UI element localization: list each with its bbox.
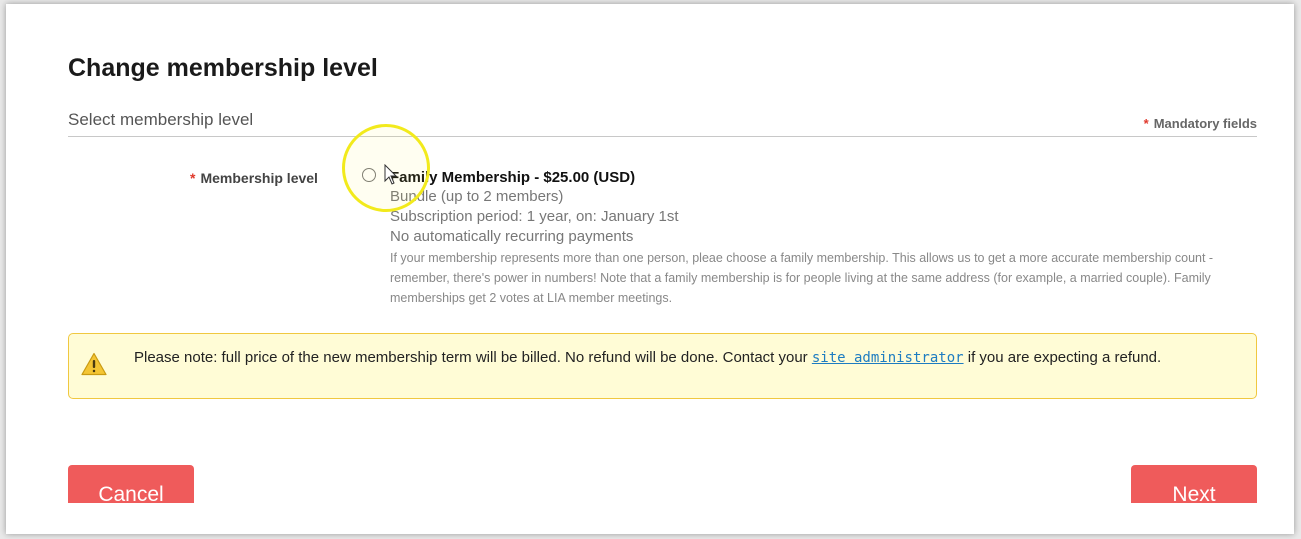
mandatory-fields-note: * Mandatory fields (1144, 116, 1257, 131)
required-marker: * (190, 170, 196, 186)
option-title: Family Membership - $25.00 (USD) (390, 169, 636, 186)
family-membership-option[interactable]: Family Membership - $25.00 (USD) Bundle … (390, 168, 1250, 308)
page-title: Change membership level (68, 54, 378, 82)
bottom-cutoff (6, 503, 1294, 534)
membership-level-label-text: Membership level (200, 170, 318, 186)
mouse-cursor-icon (384, 164, 398, 185)
option-bundle: Bundle (up to 2 members) (390, 188, 564, 205)
section-title: Select membership level (68, 110, 254, 129)
membership-level-label: * Membership level (190, 170, 318, 186)
refund-notice: Please note: full price of the new membe… (68, 333, 1257, 399)
option-period: Subscription period: 1 year, on: January… (390, 208, 679, 225)
section-header: Select membership level * Mandatory field… (68, 108, 1257, 137)
option-recurring: No automatically recurring payments (390, 228, 634, 245)
required-marker: * (1143, 116, 1149, 131)
notice-text: Please note: full price of the new membe… (134, 348, 1246, 368)
option-description: If your membership represents more than … (390, 251, 1214, 305)
notice-text-after: if you are expecting a refund. (963, 349, 1162, 366)
membership-form-window: Change membership level Select membershi… (6, 4, 1294, 534)
notice-text-before: Please note: full price of the new membe… (134, 349, 812, 366)
site-administrator-link[interactable]: site administrator (812, 350, 964, 366)
warning-icon (81, 352, 107, 376)
mandatory-fields-label: Mandatory fields (1153, 116, 1257, 131)
